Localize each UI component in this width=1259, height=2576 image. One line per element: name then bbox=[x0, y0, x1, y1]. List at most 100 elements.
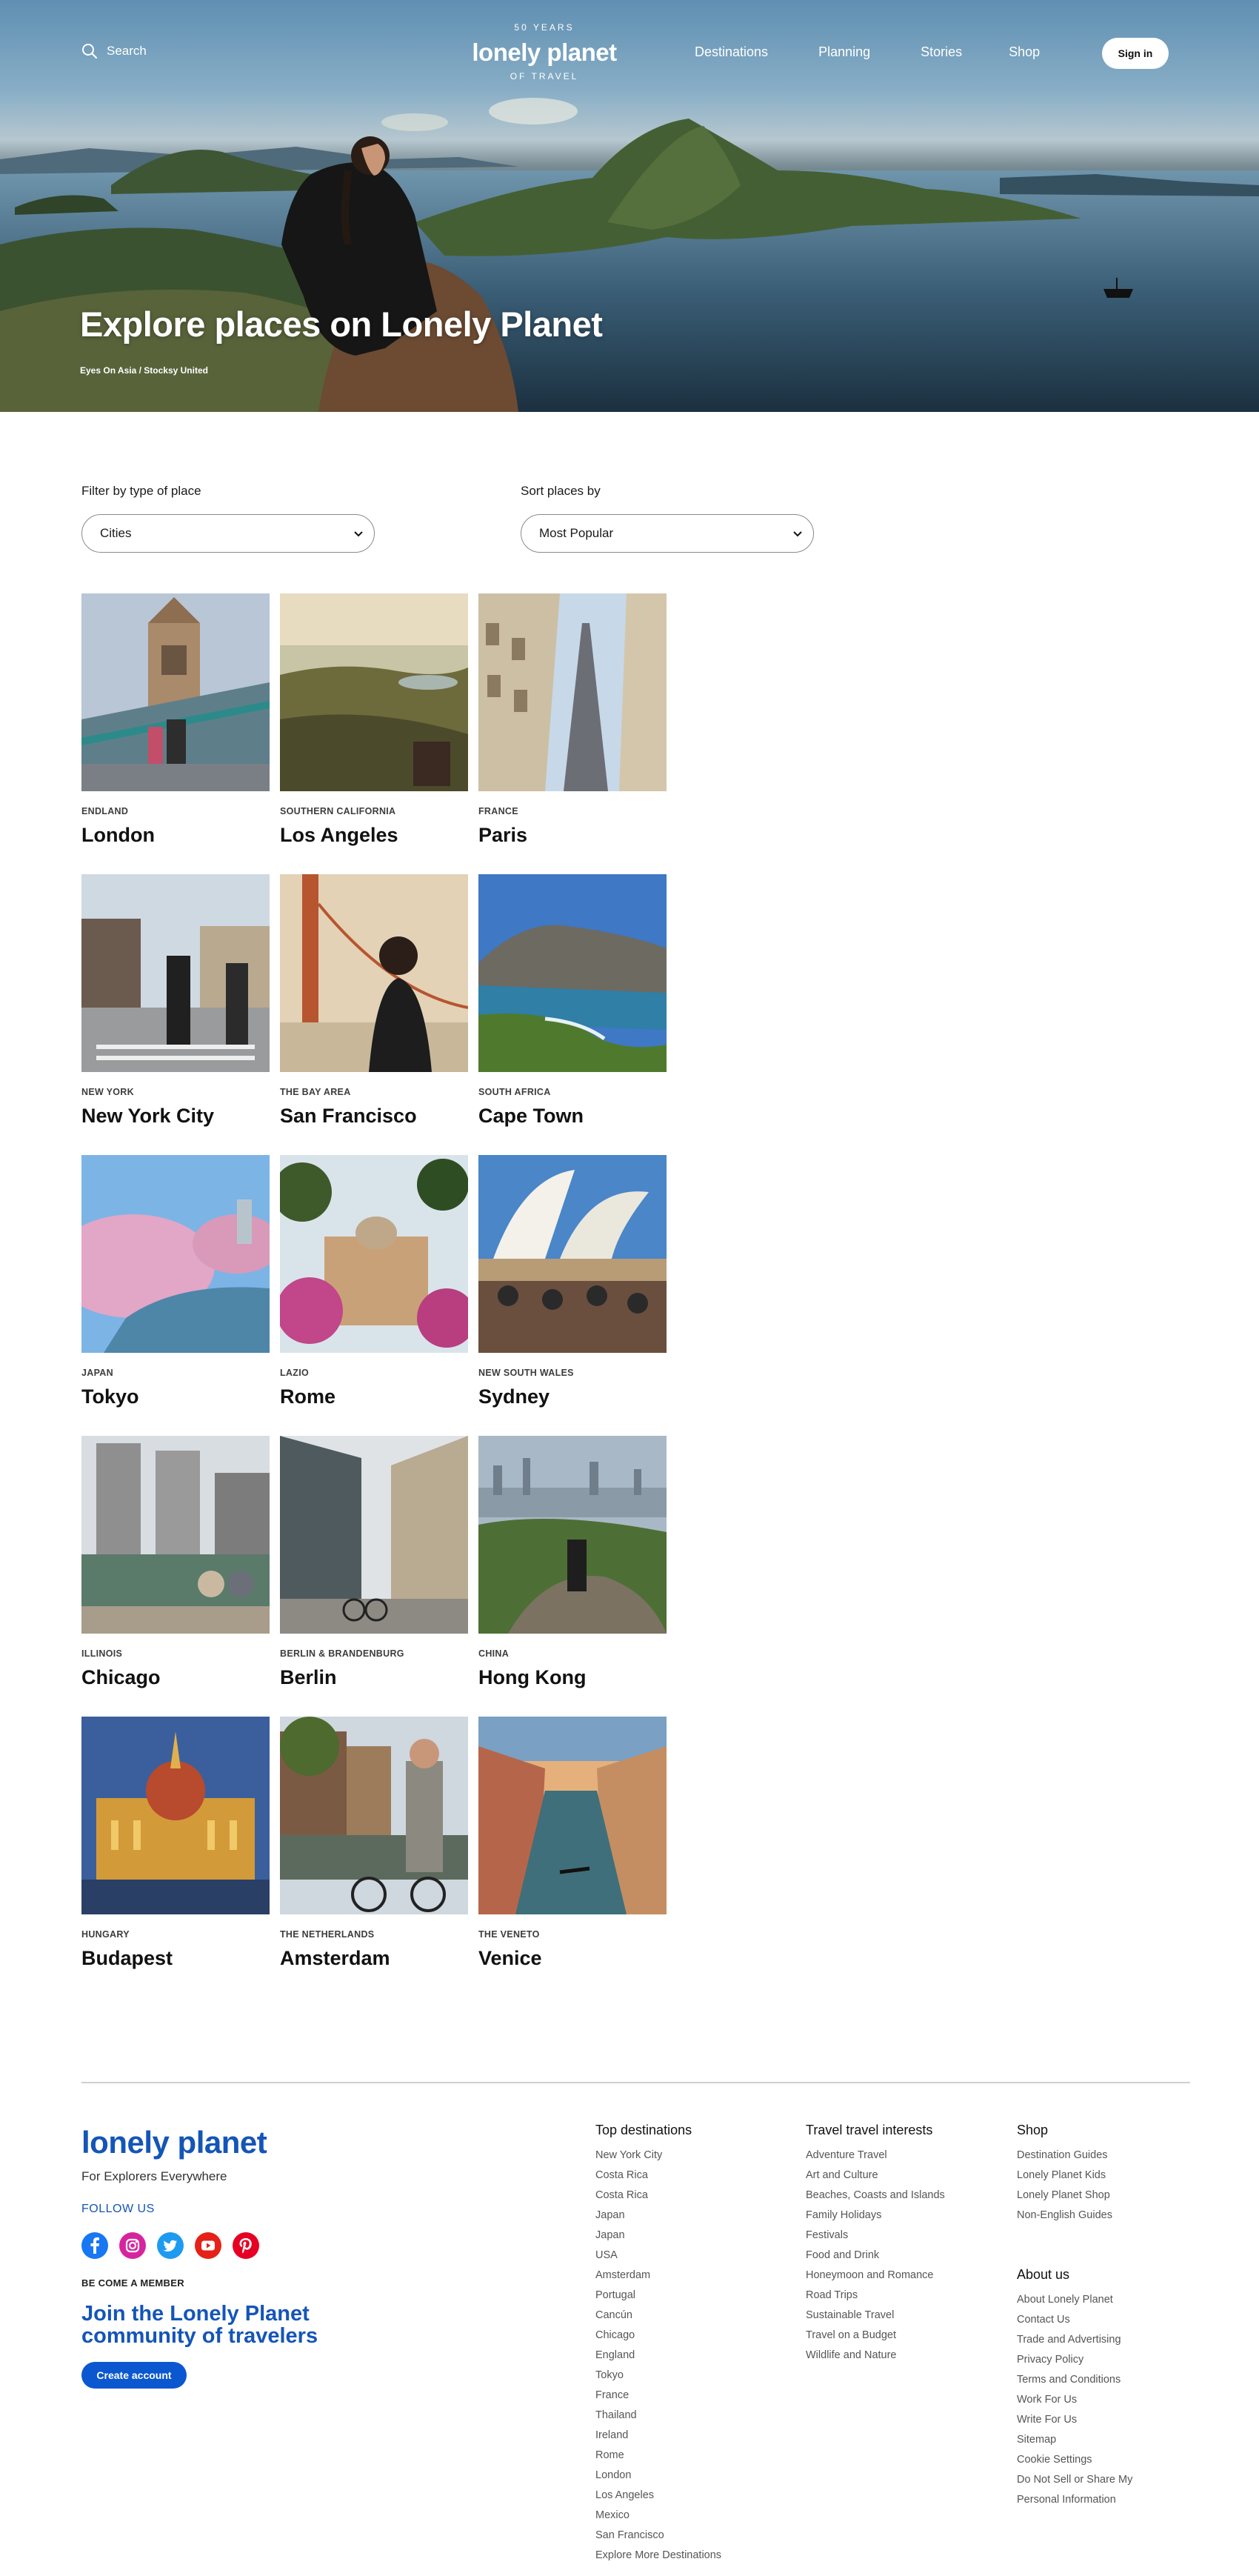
footer-link[interactable]: London bbox=[595, 2466, 721, 2486]
sign-in-button[interactable]: Sign in bbox=[1102, 38, 1169, 69]
footer-link[interactable]: Portugal bbox=[595, 2286, 721, 2306]
place-card-new-york-city[interactable]: NEW YORK New York City bbox=[81, 874, 270, 1130]
footer-link[interactable]: Sustainable Travel bbox=[806, 2306, 945, 2326]
place-thumbnail bbox=[280, 1155, 468, 1353]
footer-link[interactable]: Rome bbox=[595, 2446, 721, 2466]
footer-link[interactable]: Japan bbox=[595, 2226, 721, 2246]
footer-link[interactable]: Festivals bbox=[806, 2226, 945, 2246]
footer-link[interactable]: Cancún bbox=[595, 2306, 721, 2326]
sort-select[interactable]: Most Popular bbox=[521, 514, 814, 553]
footer-link[interactable]: Adventure Travel bbox=[806, 2146, 945, 2166]
place-card-cape-town[interactable]: SOUTH AFRICA Cape Town bbox=[478, 874, 667, 1130]
footer-link[interactable]: Road Trips bbox=[806, 2286, 945, 2306]
page-title: Explore places on Lonely Planet bbox=[80, 304, 603, 344]
footer-link[interactable]: Explore More Destinations bbox=[595, 2546, 721, 2566]
footer-link[interactable]: New York City bbox=[595, 2146, 721, 2166]
place-card-venice[interactable]: THE VENETO Venice bbox=[478, 1717, 667, 1972]
photo-credit: Eyes On Asia / Stocksy United bbox=[80, 365, 208, 376]
footer-link[interactable]: Sitemap bbox=[1017, 2430, 1132, 2450]
place-thumbnail bbox=[81, 874, 270, 1072]
footer-link[interactable]: Costa Rica bbox=[595, 2166, 721, 2186]
place-card-amsterdam[interactable]: THE NETHERLANDS Amsterdam bbox=[280, 1717, 468, 1972]
place-thumbnail bbox=[81, 593, 270, 791]
nav-stories[interactable]: Stories bbox=[921, 44, 962, 60]
footer-link[interactable]: Japan bbox=[595, 2206, 721, 2226]
place-thumbnail bbox=[280, 1436, 468, 1634]
place-region: THE VENETO bbox=[478, 1929, 540, 1940]
footer-link[interactable]: Work For Us bbox=[1017, 2390, 1132, 2410]
footer-link[interactable]: Destination Guides bbox=[1017, 2146, 1112, 2166]
footer-link[interactable]: Terms and Conditions bbox=[1017, 2370, 1132, 2390]
footer-link[interactable]: Costa Rica bbox=[595, 2186, 721, 2206]
place-name: Amsterdam bbox=[280, 1947, 390, 1969]
footer-link[interactable]: Travel on a Budget bbox=[806, 2326, 945, 2346]
footer-link[interactable]: Personal Information bbox=[1017, 2490, 1132, 2510]
search-button[interactable]: Search bbox=[81, 43, 147, 59]
footer-link[interactable]: Family Holidays bbox=[806, 2206, 945, 2226]
twitter-icon[interactable] bbox=[157, 2232, 184, 2259]
footer-link[interactable]: Beaches, Coasts and Islands bbox=[806, 2186, 945, 2206]
footer-link[interactable]: USA bbox=[595, 2246, 721, 2266]
place-card-los-angeles[interactable]: SOUTHERN CALIFORNIA Los Angeles bbox=[280, 593, 468, 849]
place-name: Paris bbox=[478, 824, 528, 846]
footer-link[interactable]: Wildlife and Nature bbox=[806, 2346, 945, 2366]
footer-link[interactable]: Ireland bbox=[595, 2426, 721, 2446]
site-logo[interactable]: 50 YEARS lonely planet OF TRAVEL bbox=[459, 16, 630, 90]
footer-link[interactable]: Chicago bbox=[595, 2326, 721, 2346]
place-region: LAZIO bbox=[280, 1368, 309, 1378]
pinterest-icon[interactable] bbox=[233, 2232, 259, 2259]
footer-col-heading: Top destinations bbox=[595, 2123, 692, 2137]
footer-link[interactable]: Art and Culture bbox=[806, 2166, 945, 2186]
footer-logo[interactable]: lonely planet bbox=[81, 2125, 267, 2160]
place-card-tokyo[interactable]: JAPAN Tokyo bbox=[81, 1155, 270, 1411]
place-card-paris[interactable]: FRANCE Paris bbox=[478, 593, 667, 849]
footer-link[interactable]: About Lonely Planet bbox=[1017, 2290, 1132, 2310]
chevron-down-icon bbox=[354, 531, 363, 537]
place-region: FRANCE bbox=[478, 806, 518, 816]
logo-top-text: 50 YEARS bbox=[514, 22, 575, 33]
place-card-chicago[interactable]: ILLINOIS Chicago bbox=[81, 1436, 270, 1691]
place-name: Sydney bbox=[478, 1385, 550, 1408]
place-card-budapest[interactable]: HUNGARY Budapest bbox=[81, 1717, 270, 1972]
place-name: Rome bbox=[280, 1385, 336, 1408]
footer-link[interactable]: Food and Drink bbox=[806, 2246, 945, 2266]
footer-link[interactable]: England bbox=[595, 2346, 721, 2366]
footer-link[interactable]: Los Angeles bbox=[595, 2486, 721, 2506]
nav-destinations[interactable]: Destinations bbox=[695, 44, 768, 60]
filter-type-select[interactable]: Cities bbox=[81, 514, 375, 553]
footer-link[interactable]: Honeymoon and Romance bbox=[806, 2266, 945, 2286]
facebook-icon[interactable] bbox=[81, 2232, 108, 2259]
instagram-icon[interactable] bbox=[119, 2232, 146, 2259]
footer-link[interactable]: Non-English Guides bbox=[1017, 2206, 1112, 2226]
place-name: Los Angeles bbox=[280, 824, 398, 846]
footer-link[interactable]: San Francisco bbox=[595, 2526, 721, 2546]
search-label: Search bbox=[107, 44, 147, 58]
footer-link[interactable]: Privacy Policy bbox=[1017, 2350, 1132, 2370]
footer-link[interactable]: Do Not Sell or Share My bbox=[1017, 2470, 1132, 2490]
footer-link[interactable]: Trade and Advertising bbox=[1017, 2330, 1132, 2350]
youtube-icon[interactable] bbox=[195, 2232, 221, 2259]
footer-link[interactable]: Amsterdam bbox=[595, 2266, 721, 2286]
nav-shop[interactable]: Shop bbox=[1009, 44, 1040, 60]
place-region: NEW SOUTH WALES bbox=[478, 1368, 574, 1378]
footer-col-travel-interests: Travel travel interests Adventure Travel… bbox=[806, 2123, 945, 2366]
create-account-button[interactable]: Create account bbox=[81, 2362, 187, 2389]
footer-link[interactable]: Contact Us bbox=[1017, 2310, 1132, 2330]
footer-link[interactable]: Lonely Planet Kids bbox=[1017, 2166, 1112, 2186]
footer-link[interactable]: Cookie Settings bbox=[1017, 2450, 1132, 2470]
place-card-london[interactable]: ENDLAND London bbox=[81, 593, 270, 849]
footer-link[interactable]: Write For Us bbox=[1017, 2410, 1132, 2430]
place-card-berlin[interactable]: BERLIN & BRANDENBURG Berlin bbox=[280, 1436, 468, 1691]
footer-link[interactable]: France bbox=[595, 2386, 721, 2406]
footer-link[interactable]: Mexico bbox=[595, 2506, 721, 2526]
place-card-san-francisco[interactable]: THE BAY AREA San Francisco bbox=[280, 874, 468, 1130]
footer-link[interactable]: Lonely Planet Shop bbox=[1017, 2186, 1112, 2206]
footer-link[interactable]: Thailand bbox=[595, 2406, 721, 2426]
place-card-hong-kong[interactable]: CHINA Hong Kong bbox=[478, 1436, 667, 1691]
place-card-sydney[interactable]: NEW SOUTH WALES Sydney bbox=[478, 1155, 667, 1411]
footer-link[interactable]: Tokyo bbox=[595, 2366, 721, 2386]
place-name: Chicago bbox=[81, 1666, 161, 1688]
place-region: CHINA bbox=[478, 1648, 510, 1659]
nav-planning[interactable]: Planning bbox=[818, 44, 870, 60]
place-card-rome[interactable]: LAZIO Rome bbox=[280, 1155, 468, 1411]
